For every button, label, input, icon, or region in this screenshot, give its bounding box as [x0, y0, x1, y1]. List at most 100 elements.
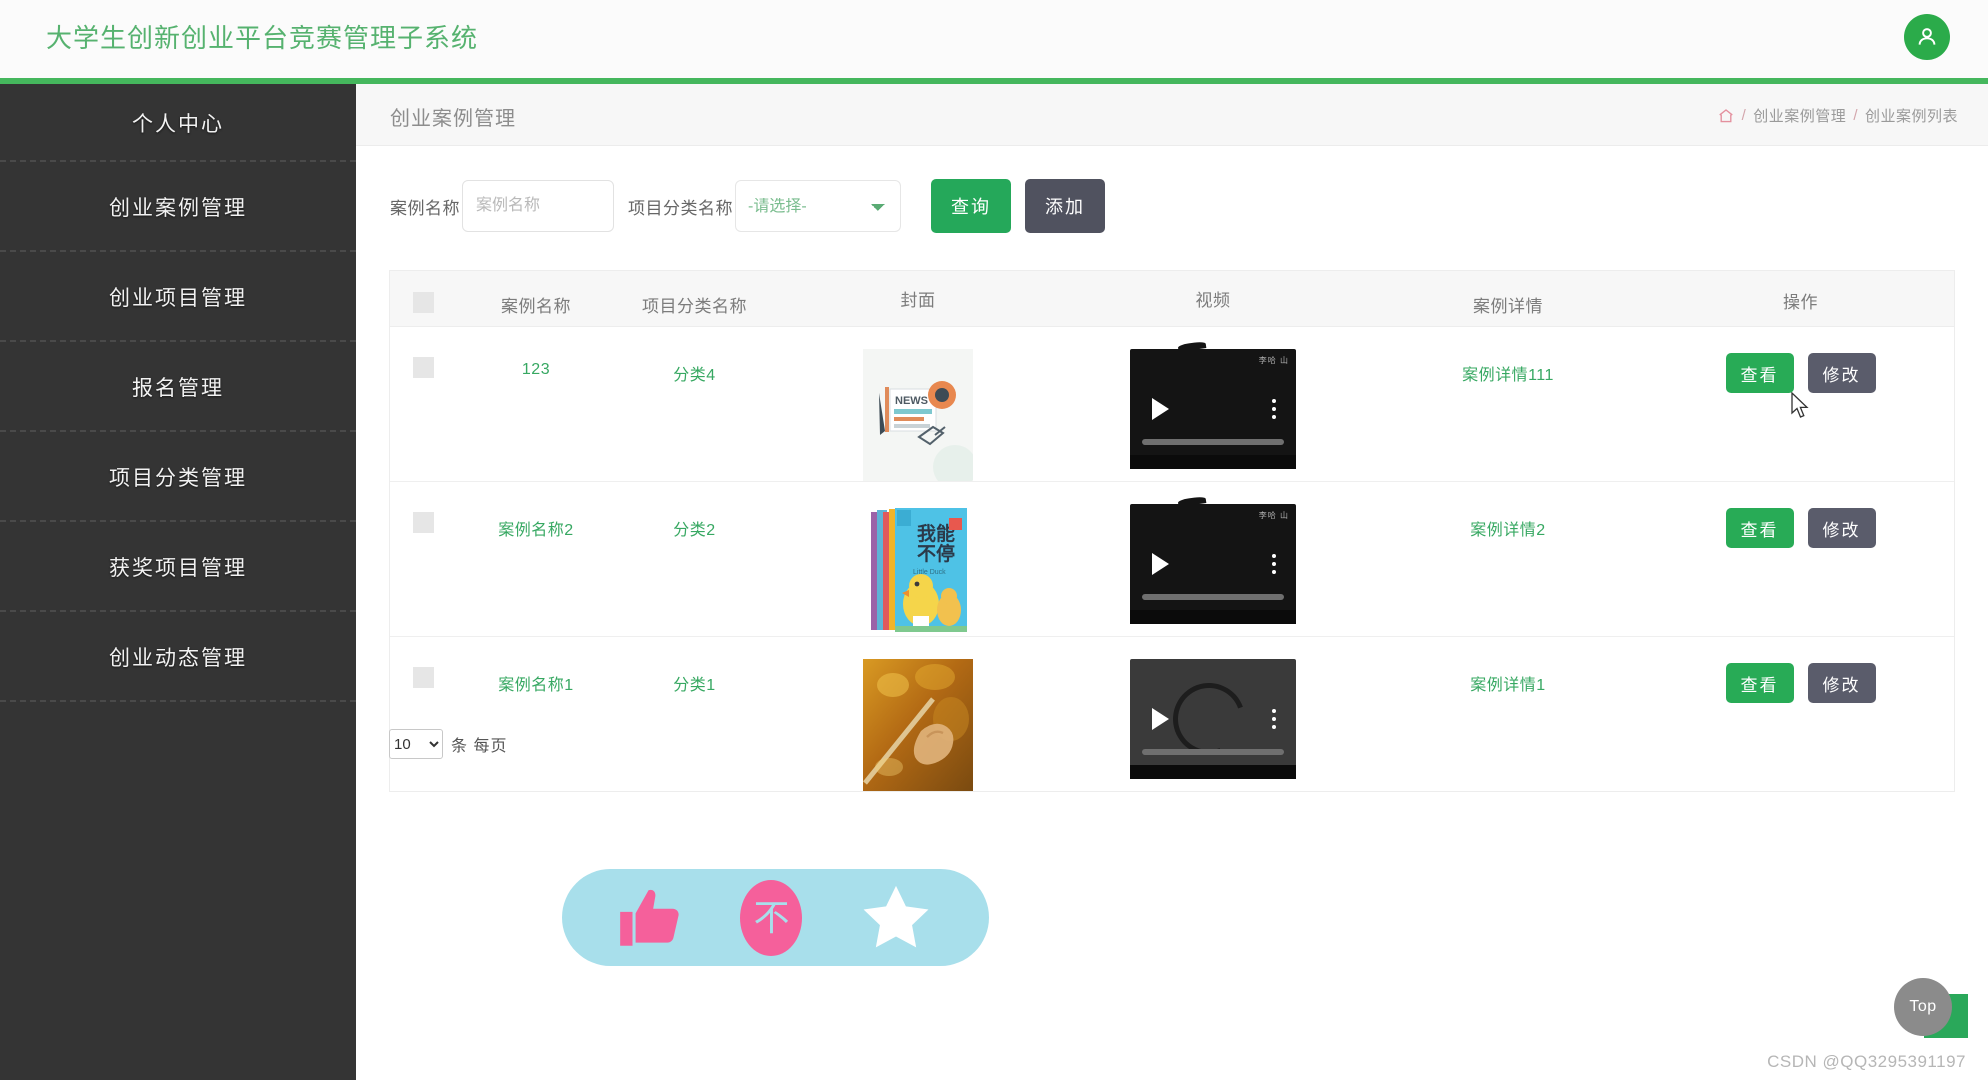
feedback-widget: 不 — [562, 869, 989, 966]
page-title: 创业案例管理 — [390, 108, 516, 130]
umbrella-oval-icon[interactable]: 不 — [740, 879, 803, 956]
star-icon[interactable] — [855, 877, 937, 959]
breadcrumb-separator: / — [1741, 107, 1747, 124]
category-select[interactable]: -请选择-分类1分类2分类4 — [735, 180, 901, 232]
oval-char: 不 — [753, 896, 790, 938]
edit-button[interactable]: 修改 — [1807, 508, 1876, 548]
video-player[interactable]: 李哈 山 — [1130, 496, 1296, 624]
table-row: 123 分类4 NEWS 李哈 山 案例详情111 查看 修改 — [390, 327, 1954, 482]
sidebar-item-registration-management[interactable]: 报名管理 — [0, 342, 356, 432]
video-meta-text: 李哈 山 — [1258, 511, 1289, 520]
sidebar-item-case-management[interactable]: 创业案例管理 — [0, 162, 356, 252]
app-header: 大学生创新创业平台竞赛管理子系统 — [0, 0, 1988, 84]
breadcrumb: / 创业案例管理 / 创业案例列表 — [1717, 105, 1958, 126]
select-all-checkbox[interactable] — [412, 292, 434, 313]
watermark: CSDN @QQ3295391197 — [1767, 1052, 1966, 1071]
case-category-link[interactable]: 分类4 — [673, 367, 715, 384]
svg-text:不停: 不停 — [917, 542, 955, 565]
case-category-link[interactable]: 分类1 — [673, 677, 715, 694]
case-name-label: 案例名称 — [390, 198, 460, 218]
video-cell: 李哈 山 — [1063, 341, 1363, 469]
home-icon[interactable] — [1717, 107, 1735, 125]
column-header-cover: 封面 — [900, 291, 936, 310]
play-icon[interactable] — [1152, 398, 1169, 420]
select-all-header — [390, 284, 456, 313]
sidebar: 个人中心 创业案例管理 创业项目管理 报名管理 项目分类管理 获奖项目管理 创业… — [0, 84, 356, 1080]
view-button[interactable]: 查看 — [1725, 663, 1794, 703]
video-menu-icon[interactable] — [1272, 554, 1276, 574]
row-select — [390, 504, 456, 533]
column-header-video: 视频 — [1195, 291, 1231, 310]
sidebar-item-label: 报名管理 — [132, 377, 224, 400]
query-button[interactable]: 查询 — [931, 179, 1011, 233]
view-button[interactable]: 查看 — [1725, 353, 1794, 393]
case-name-link[interactable]: 案例名称1 — [498, 677, 573, 694]
filter-bar: 案例名称 项目分类名称 -请选择-分类1分类2分类4 查询 添加 — [356, 146, 1988, 266]
cover-cell — [773, 659, 1063, 791]
sidebar-item-news-management[interactable]: 创业动态管理 — [0, 612, 356, 702]
video-cell: 李哈 山 — [1063, 496, 1363, 624]
sidebar-item-label: 创业动态管理 — [109, 647, 247, 670]
video-player-loading[interactable] — [1130, 659, 1296, 779]
video-meta-text: 李哈 山 — [1258, 356, 1289, 365]
case-name-input[interactable] — [462, 180, 614, 232]
table-row: 案例名称1 分类1 案例详情1 查看 修改 — [390, 637, 1954, 791]
category-label: 项目分类名称 — [628, 198, 733, 218]
sidebar-item-label: 项目分类管理 — [109, 467, 247, 490]
video-progress-bar[interactable] — [1142, 594, 1284, 600]
svg-text:NEWS: NEWS — [895, 395, 928, 407]
row-select — [390, 659, 456, 688]
cover-thumbnail-news-illustration[interactable]: NEWS — [863, 349, 973, 481]
video-menu-icon[interactable] — [1272, 709, 1276, 729]
video-player[interactable]: 李哈 山 — [1130, 341, 1296, 469]
view-button[interactable]: 查看 — [1725, 508, 1794, 548]
case-detail-link[interactable]: 案例详情2 — [1470, 522, 1545, 539]
avatar[interactable] — [1904, 14, 1950, 60]
row-checkbox[interactable] — [412, 667, 434, 688]
cover-thumbnail-golden-hand[interactable] — [863, 659, 973, 791]
breadcrumb-item-2: 创业案例列表 — [1864, 108, 1958, 125]
row-checkbox[interactable] — [412, 357, 434, 378]
edit-button[interactable]: 修改 — [1807, 353, 1876, 393]
play-icon[interactable] — [1152, 553, 1169, 575]
column-header-category: 项目分类名称 — [642, 297, 747, 316]
video-progress-bar[interactable] — [1142, 439, 1284, 445]
video-menu-icon[interactable] — [1272, 399, 1276, 419]
page-header: 创业案例管理 / 创业案例管理 / 创业案例列表 — [356, 84, 1988, 146]
video-notch — [1177, 496, 1207, 507]
video-progress-bar[interactable] — [1142, 749, 1284, 755]
case-category-link[interactable]: 分类2 — [673, 522, 715, 539]
sidebar-item-label: 创业案例管理 — [109, 197, 247, 220]
sidebar-item-personal-center[interactable]: 个人中心 — [0, 84, 356, 162]
table-row: 案例名称2 分类2 我能 不停 Little Duck 李哈 山 案例详情2 查… — [390, 482, 1954, 637]
cover-thumbnail-children-books[interactable]: 我能 不停 Little Duck — [863, 504, 973, 636]
app-title: 大学生创新创业平台竞赛管理子系统 — [46, 23, 479, 53]
sidebar-item-label: 获奖项目管理 — [109, 557, 247, 580]
video-notch — [1177, 341, 1207, 352]
oval-badge: 不 — [740, 879, 803, 956]
column-header-detail: 案例详情 — [1473, 297, 1543, 316]
row-actions: 查看 修改 — [1653, 349, 1948, 393]
table-header-row: 案例名称 项目分类名称 封面 视频 案例详情 操作 — [390, 271, 1954, 327]
case-name-link[interactable]: 123 — [522, 361, 550, 378]
scroll-to-top-button[interactable]: Top — [1894, 978, 1952, 1036]
user-icon — [1914, 24, 1940, 50]
thumbs-up-icon[interactable] — [614, 881, 688, 955]
add-button[interactable]: 添加 — [1025, 179, 1105, 233]
sidebar-item-category-management[interactable]: 项目分类管理 — [0, 432, 356, 522]
page-size-select[interactable]: 102050100 — [389, 729, 443, 759]
case-detail-link[interactable]: 案例详情111 — [1462, 367, 1554, 384]
mouse-cursor — [1790, 391, 1812, 425]
cover-cell: 我能 不停 Little Duck — [773, 504, 1063, 636]
sidebar-item-project-management[interactable]: 创业项目管理 — [0, 252, 356, 342]
row-checkbox[interactable] — [412, 512, 434, 533]
sidebar-item-label: 创业项目管理 — [109, 287, 247, 310]
case-name-link[interactable]: 案例名称2 — [498, 522, 573, 539]
cover-cell: NEWS — [773, 349, 1063, 481]
video-footer — [1130, 455, 1296, 469]
breadcrumb-item-1[interactable]: 创业案例管理 — [1753, 105, 1846, 126]
play-icon[interactable] — [1152, 708, 1169, 730]
sidebar-item-award-management[interactable]: 获奖项目管理 — [0, 522, 356, 612]
edit-button[interactable]: 修改 — [1807, 663, 1876, 703]
case-detail-link[interactable]: 案例详情1 — [1470, 677, 1545, 694]
